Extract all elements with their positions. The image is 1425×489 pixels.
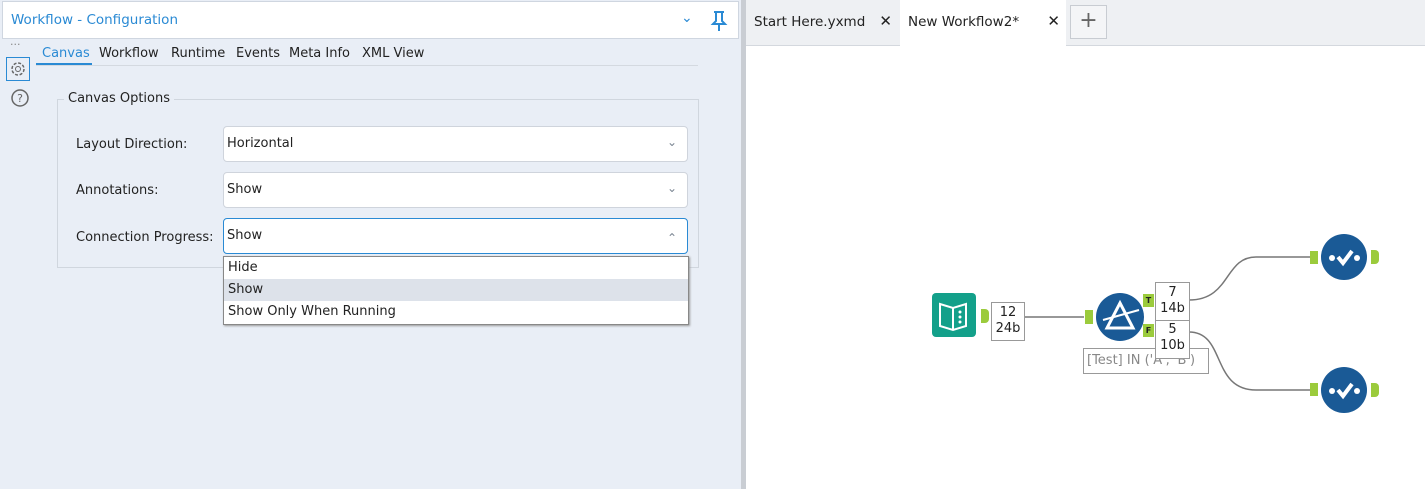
tab-canvas[interactable]: Canvas bbox=[42, 46, 90, 61]
filter-tool-icon[interactable] bbox=[1095, 292, 1147, 344]
tab-start-here[interactable]: Start Here.yxmd ✕ bbox=[746, 0, 898, 46]
close-icon[interactable]: ✕ bbox=[879, 12, 892, 30]
tab-meta-info[interactable]: Meta Info bbox=[289, 46, 350, 61]
tab-new-workflow2[interactable]: New Workflow2* ✕ bbox=[900, 0, 1066, 46]
output-anchor[interactable] bbox=[981, 309, 989, 323]
tab-xml-view[interactable]: XML View bbox=[362, 46, 424, 61]
layout-direction-select[interactable]: Horizontal ⌄ bbox=[223, 126, 688, 162]
pin-icon[interactable] bbox=[710, 10, 728, 32]
browse-tool-icon[interactable] bbox=[1320, 233, 1368, 281]
option-show[interactable]: Show bbox=[224, 279, 688, 301]
output-anchor[interactable] bbox=[1371, 250, 1379, 264]
layout-direction-label: Layout Direction: bbox=[76, 137, 188, 152]
input-anchor[interactable] bbox=[1310, 383, 1318, 396]
chevron-up-icon: ⌃ bbox=[666, 231, 677, 245]
record-count-input: 12 24b bbox=[991, 302, 1025, 341]
selected-value: Horizontal bbox=[227, 136, 294, 151]
tab-runtime[interactable]: Runtime bbox=[171, 46, 225, 61]
close-icon[interactable]: ✕ bbox=[1047, 12, 1060, 30]
help-icon[interactable]: ? bbox=[9, 87, 31, 109]
connection-progress-options: Hide Show Show Only When Running bbox=[223, 256, 689, 325]
new-tab-button[interactable]: + bbox=[1070, 5, 1107, 39]
chevron-down-icon: ⌄ bbox=[666, 181, 677, 195]
input-anchor[interactable] bbox=[1310, 251, 1318, 264]
selected-value: Show bbox=[227, 228, 263, 243]
selected-value: Show bbox=[227, 182, 263, 197]
annotations-label: Annotations: bbox=[76, 183, 159, 198]
gear-icon[interactable] bbox=[6, 57, 30, 81]
connection-progress-label: Connection Progress: bbox=[76, 230, 214, 245]
input-anchor[interactable] bbox=[1085, 310, 1093, 324]
option-hide[interactable]: Hide bbox=[224, 257, 688, 279]
group-title: Canvas Options bbox=[64, 91, 175, 106]
browse-tool-icon[interactable] bbox=[1320, 366, 1368, 414]
configuration-panel: Workflow - Configuration ⌄ ··· ? Canvas … bbox=[0, 0, 741, 489]
connection-line bbox=[1188, 256, 1310, 301]
tab-events[interactable]: Events bbox=[236, 46, 280, 61]
record-count-true: 7 14b bbox=[1155, 282, 1190, 321]
more-icon[interactable]: ··· bbox=[10, 38, 21, 51]
panel-header: Workflow - Configuration ⌄ bbox=[2, 1, 739, 39]
false-anchor[interactable]: F bbox=[1143, 324, 1154, 337]
chevron-down-icon[interactable]: ⌄ bbox=[681, 10, 693, 26]
option-show-only-when-running[interactable]: Show Only When Running bbox=[224, 301, 688, 323]
panel-title: Workflow - Configuration bbox=[11, 12, 178, 28]
input-data-tool-icon[interactable] bbox=[931, 292, 979, 340]
output-anchor[interactable] bbox=[1371, 383, 1379, 397]
record-count-false: 5 10b bbox=[1155, 320, 1190, 359]
chevron-down-icon: ⌄ bbox=[666, 135, 677, 149]
svg-text:?: ? bbox=[17, 92, 23, 105]
annotations-select[interactable]: Show ⌄ bbox=[223, 172, 688, 208]
document-tabs: Start Here.yxmd ✕ New Workflow2* ✕ + bbox=[746, 0, 1425, 46]
filter-annotation: [Test] IN ('A', 'B') bbox=[1083, 348, 1209, 374]
tab-label: Start Here.yxmd bbox=[754, 14, 866, 30]
tab-label: New Workflow2* bbox=[908, 14, 1020, 30]
connection-progress-select[interactable]: Show ⌃ bbox=[223, 218, 688, 254]
true-anchor[interactable]: T bbox=[1143, 294, 1154, 307]
tab-workflow[interactable]: Workflow bbox=[99, 46, 159, 61]
